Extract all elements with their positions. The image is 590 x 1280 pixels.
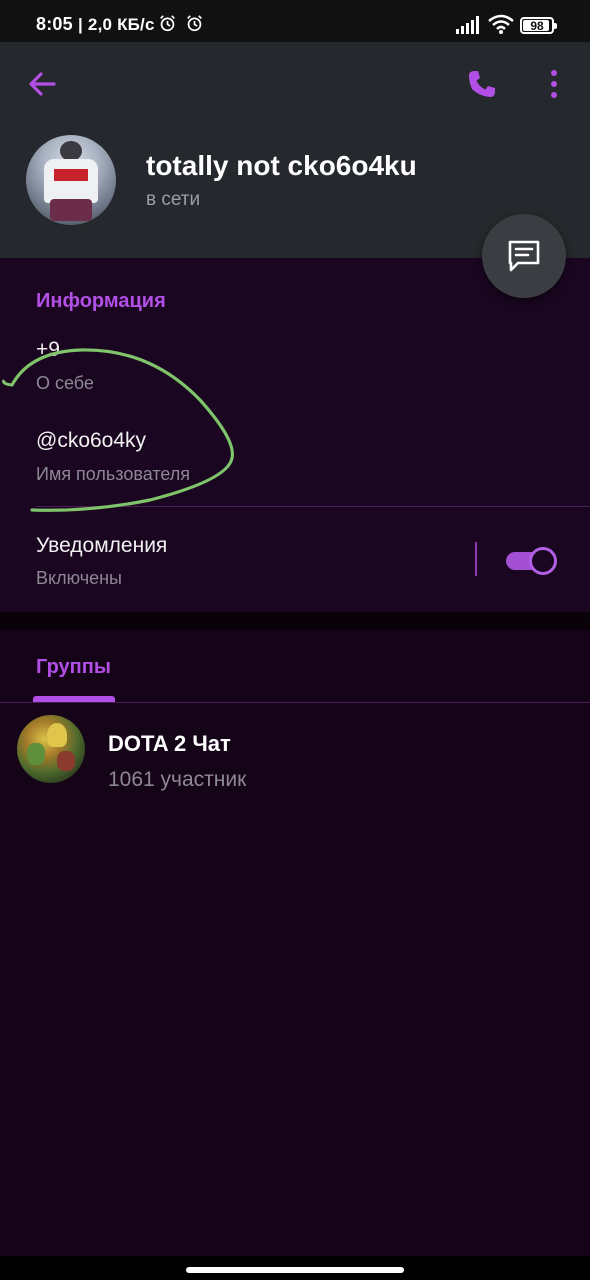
- phone-icon[interactable]: [466, 68, 498, 100]
- status-bar: 8:05 | 2,0 КБ/с 98: [0, 0, 590, 42]
- battery-level: 98: [530, 19, 544, 33]
- home-indicator[interactable]: [186, 1267, 404, 1273]
- groups-section: Группы DOTA 2 Чат 1061 участник: [0, 630, 590, 1256]
- signal-icon: [456, 16, 479, 34]
- clock-text: 8:05: [36, 14, 73, 34]
- back-arrow-icon[interactable]: [26, 68, 58, 100]
- battery-icon: 98: [520, 17, 557, 34]
- notifications-label: Уведомления: [36, 534, 168, 557]
- section-gap: [0, 612, 590, 630]
- vertical-divider: [475, 542, 477, 576]
- wifi-icon: [488, 14, 514, 34]
- alarm-icon: [187, 15, 202, 32]
- contact-name: totally not cko6o4ku: [146, 150, 417, 181]
- contact-status: в сети: [146, 189, 201, 210]
- profile-avatar[interactable]: [26, 135, 116, 225]
- green-scribble-annotation: [2, 348, 234, 512]
- notifications-toggle[interactable]: [506, 545, 558, 575]
- status-time: 8:05 | 2,0 КБ/с: [36, 14, 155, 35]
- message-icon: [508, 240, 540, 272]
- alarm-icon: [160, 15, 175, 32]
- tab-groups[interactable]: Группы: [36, 656, 111, 679]
- group-members: 1061 участник: [108, 768, 247, 791]
- profile-screen: 8:05 | 2,0 КБ/с 98 totally not cko6o4ku …: [0, 0, 590, 1280]
- more-vertical-icon[interactable]: [542, 68, 566, 100]
- group-avatar: [17, 715, 85, 783]
- group-list-item[interactable]: DOTA 2 Чат 1061 участник: [0, 712, 590, 792]
- group-name: DOTA 2 Чат: [108, 731, 231, 756]
- send-message-button[interactable]: [482, 214, 566, 298]
- system-nav-bar: [0, 1256, 590, 1280]
- notifications-status: Включены: [36, 568, 122, 588]
- info-section-title: Информация: [36, 290, 166, 312]
- tab-divider: [0, 702, 590, 703]
- network-speed: | 2,0 КБ/с: [78, 15, 155, 34]
